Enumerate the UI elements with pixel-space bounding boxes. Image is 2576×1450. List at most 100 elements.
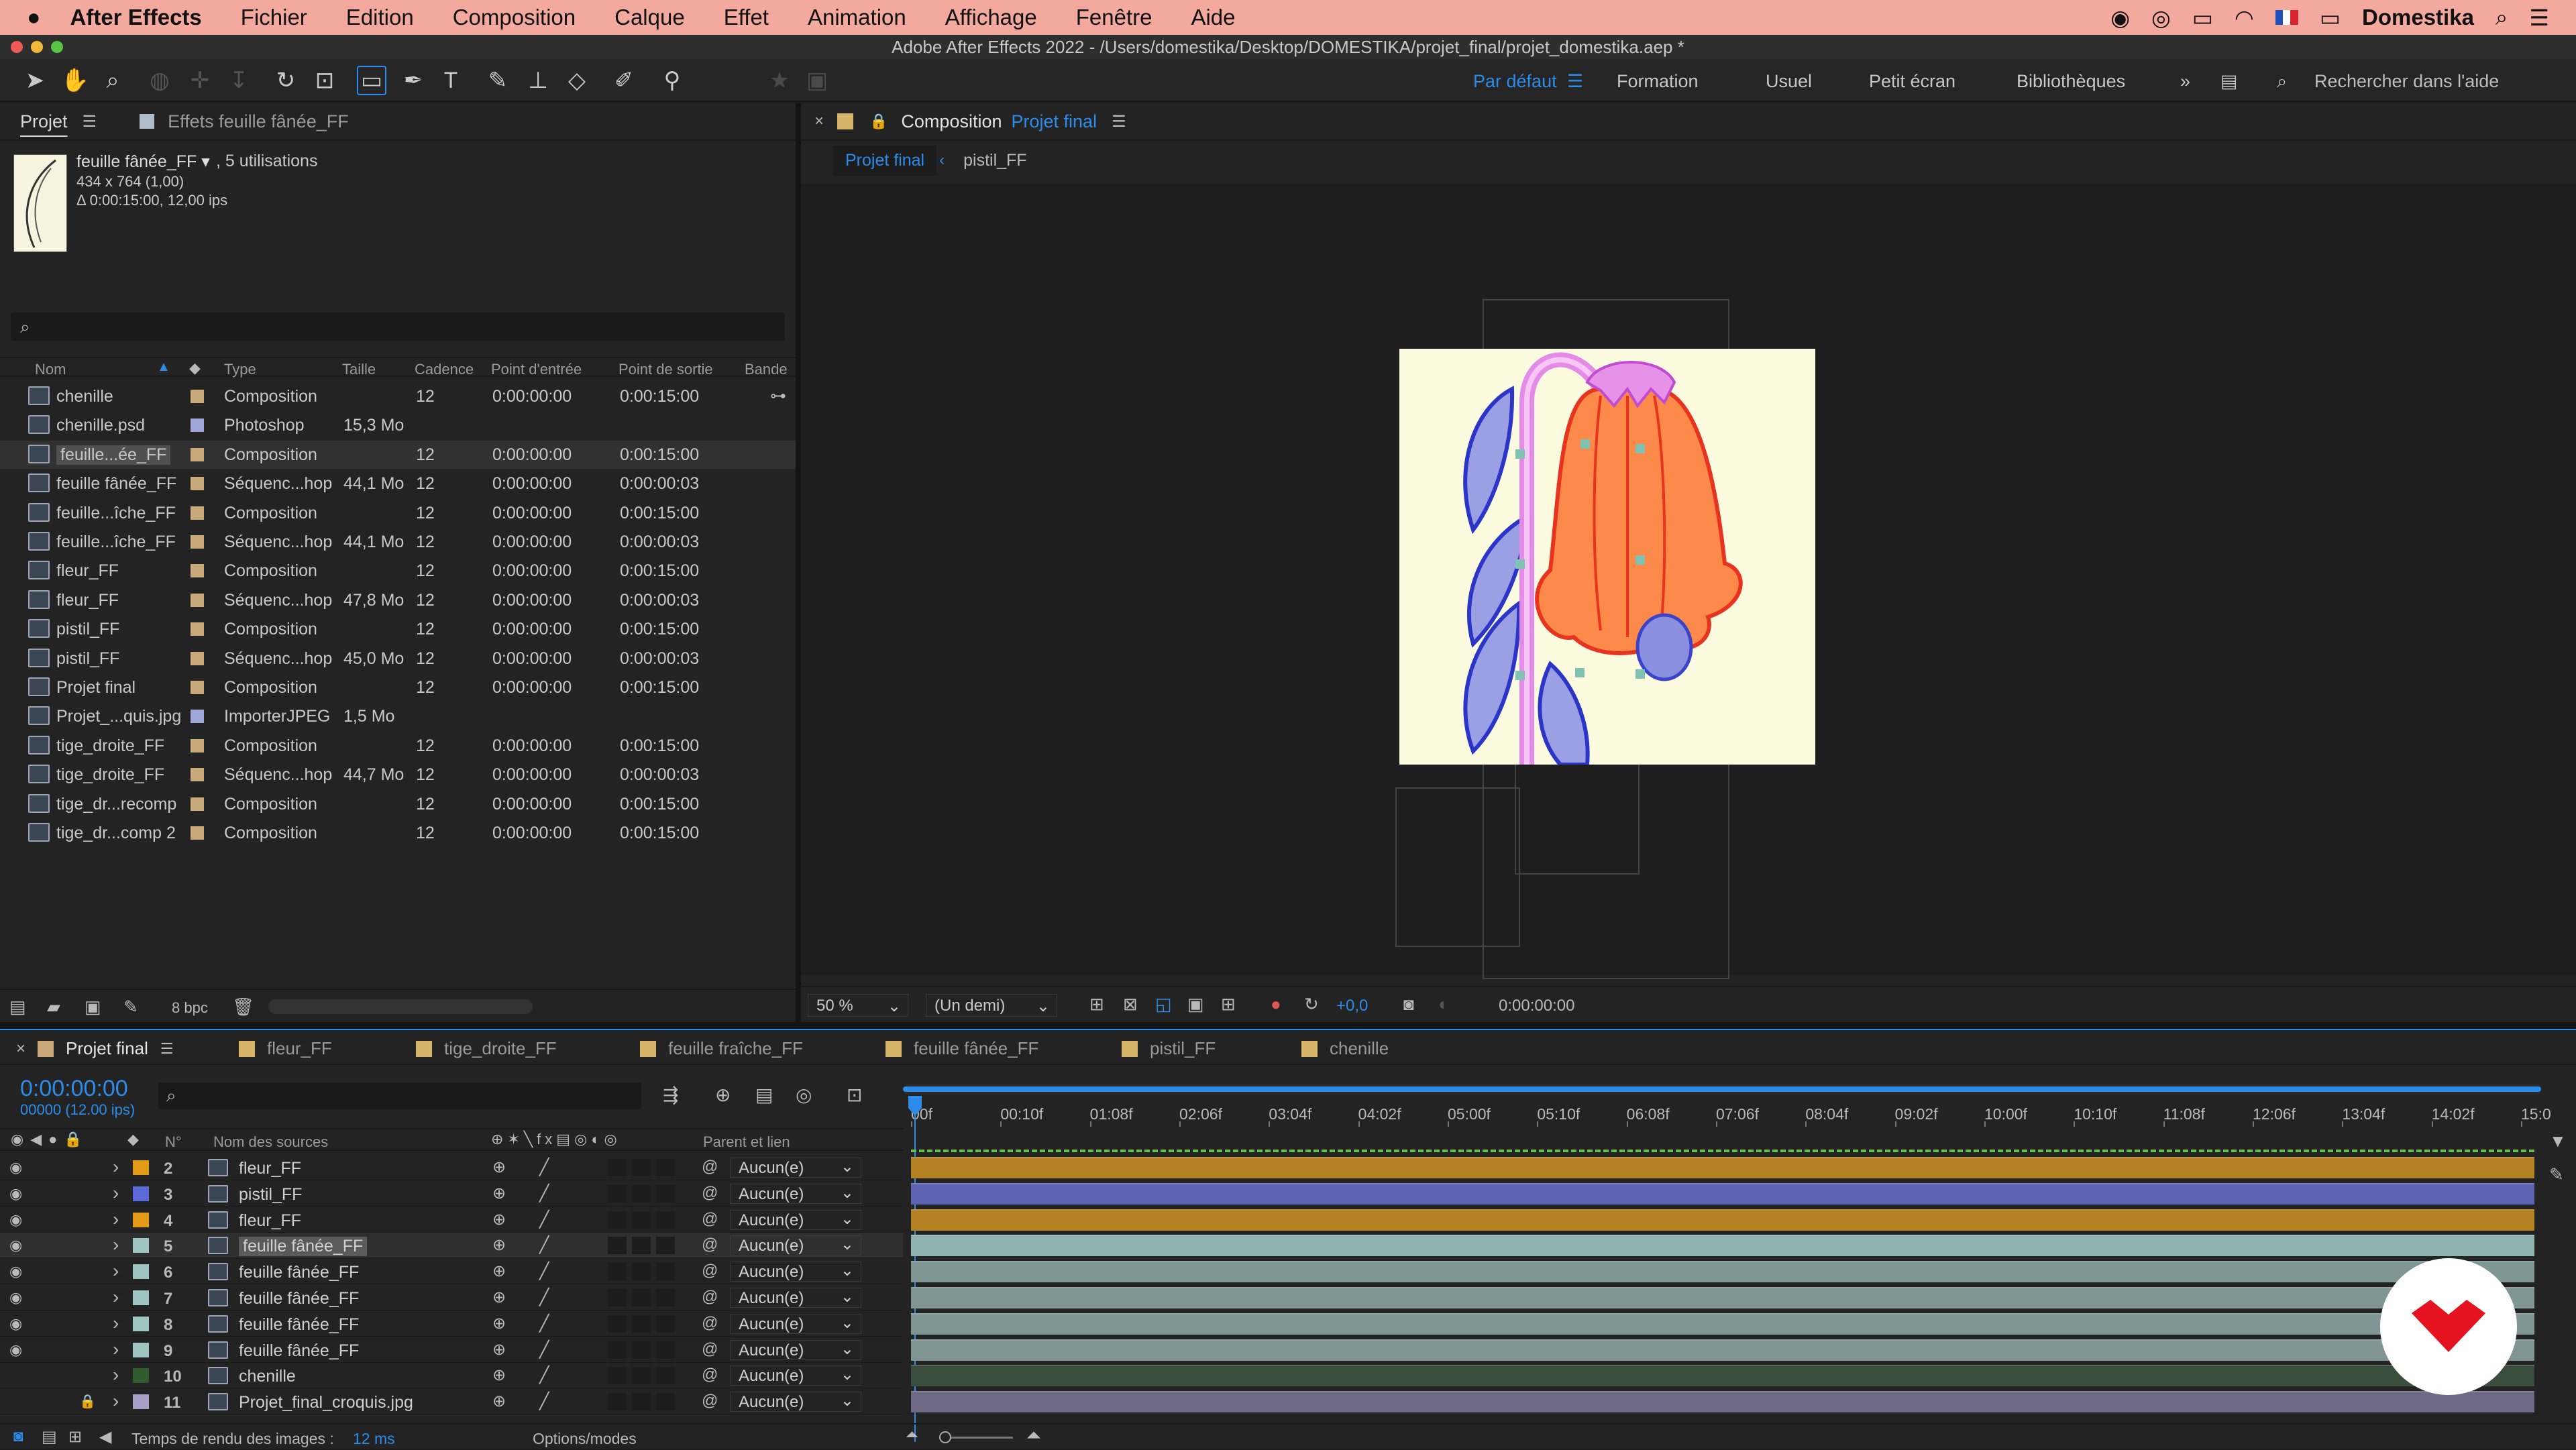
airplay-icon[interactable]: ▭ (2192, 5, 2213, 31)
tab-projet[interactable]: Projet (20, 111, 68, 132)
layer-row[interactable]: ◉ › 3 pistil_FF ⊕ ╱ @ Aucun(e) ⌄ (0, 1181, 903, 1207)
timeline-timecode[interactable]: 0:00:00:00 (20, 1076, 128, 1102)
lock-icon[interactable]: 🔒 (869, 113, 888, 130)
help-search-icon[interactable]: ⌕ (2277, 71, 2287, 93)
switch-box[interactable] (608, 1184, 627, 1203)
switch-box[interactable] (632, 1159, 651, 1176)
visibility-eye-icon[interactable]: ◉ (9, 1341, 22, 1359)
layer-search-input[interactable]: ⌕ (158, 1082, 641, 1109)
expand-twirl-icon[interactable]: › (113, 1286, 119, 1308)
zoom-dropdown[interactable]: 50 % ⌄ (808, 994, 908, 1017)
layer-row[interactable]: ◉ › 8 feuille fânée_FF ⊕ ╱ @ Aucun(e) ⌄ (0, 1311, 903, 1337)
more-workspaces-icon[interactable]: » (2180, 71, 2190, 92)
label-color-swatch[interactable] (191, 593, 204, 607)
grid-guides-icon[interactable]: ⊞ (1221, 994, 1236, 1015)
workspace-formation[interactable]: Formation (1617, 71, 1699, 92)
transparency-grid-icon[interactable]: ⊠ (1123, 994, 1138, 1015)
shy-switch-icon[interactable]: ⊕ (492, 1158, 506, 1177)
shy-switch-icon[interactable]: ⊕ (492, 1392, 506, 1411)
layer-row[interactable]: ◉ › 7 feuille fânée_FF ⊕ ╱ @ Aucun(e) ⌄ (0, 1285, 903, 1310)
new-folder-icon[interactable]: ▰ (47, 997, 60, 1017)
control-center-icon[interactable]: ☰ (2529, 5, 2549, 31)
expand-twirl-icon[interactable]: › (113, 1260, 119, 1282)
switch-box[interactable] (656, 1341, 675, 1359)
layer-duration-bar[interactable] (911, 1235, 2534, 1257)
layer-row[interactable]: ◉ › 4 fleur_FF ⊕ ╱ @ Aucun(e) ⌄ (0, 1207, 903, 1233)
expand-twirl-icon[interactable]: › (113, 1339, 119, 1360)
expand-twirl-icon[interactable]: › (113, 1390, 119, 1412)
project-scrollbar[interactable] (268, 999, 533, 1014)
shy-switch-icon[interactable]: ⊕ (492, 1340, 506, 1359)
project-item-row[interactable]: fleur_FF Séquenc...hop 47,8 Mo 12 0:00:00:00… (0, 586, 796, 614)
project-item-row[interactable]: fleur_FF Composition 12 0:00:00:00 0:00:15:0… (0, 557, 796, 585)
column-cadence[interactable]: Cadence (415, 361, 474, 378)
layer-row[interactable]: 🔒 › 11 Projet_final_croquis.jpg ⊕ ╱ @ Aucun(e) ⌄ (0, 1389, 903, 1415)
parent-dropdown[interactable]: Aucun(e) ⌄ (730, 1313, 861, 1334)
switch-box[interactable] (608, 1263, 627, 1281)
switch-box[interactable] (608, 1289, 627, 1306)
label-color-swatch[interactable] (191, 710, 204, 724)
pick-whip-icon[interactable]: @ (702, 1392, 718, 1410)
project-item-row[interactable]: feuille...ée_FF Composition 12 0:00:00:00 0:… (0, 440, 796, 469)
label-color-swatch[interactable] (191, 826, 204, 840)
brush-tool-icon[interactable]: ✎ (483, 66, 513, 95)
layer-label-color[interactable] (133, 1160, 149, 1175)
pick-whip-icon[interactable]: @ (702, 1262, 718, 1280)
anchor-point-tool-icon[interactable]: ⊡ (310, 66, 339, 95)
layer-label-color[interactable] (133, 1212, 149, 1227)
resolution-dropdown[interactable]: (Un demi) ⌄ (926, 994, 1057, 1017)
mask-path-icon[interactable]: ◱ (1155, 994, 1172, 1015)
layer-label-color[interactable] (133, 1368, 149, 1384)
project-search-input[interactable]: ⌕ (11, 313, 785, 341)
selected-item-name[interactable]: feuille fânée_FF ▾ (76, 152, 210, 172)
bit-depth-label[interactable]: 8 bpc (172, 999, 208, 1017)
shy-switch-icon[interactable]: ⊕ (492, 1184, 506, 1203)
switch-box[interactable] (632, 1237, 651, 1255)
eraser-tool-icon[interactable]: ◇ (562, 66, 592, 95)
column-nom[interactable]: Nom (35, 361, 66, 378)
parent-dropdown[interactable]: Aucun(e) ⌄ (730, 1262, 861, 1282)
region-of-interest-icon[interactable]: ▣ (1187, 994, 1204, 1015)
reset-exposure-icon[interactable]: ↻ (1304, 994, 1319, 1015)
switch-box[interactable] (656, 1184, 675, 1203)
switch-box[interactable] (632, 1341, 651, 1359)
visibility-eye-icon[interactable]: ◉ (9, 1263, 22, 1280)
graph-editor-icon[interactable]: ⊡ (847, 1084, 862, 1106)
switch-box[interactable] (656, 1159, 675, 1176)
switch-box[interactable] (632, 1367, 651, 1385)
selection-tool-icon[interactable]: ➤ (20, 66, 50, 95)
roto-brush-tool-icon[interactable]: ✐ (609, 66, 639, 95)
project-item-row[interactable]: Projet final Composition 12 0:00:00:00 0:00:… (0, 673, 796, 702)
pick-whip-icon[interactable]: @ (702, 1314, 718, 1333)
column-point-sortie[interactable]: Point de sortie (619, 361, 713, 378)
dolly-camera-icon[interactable]: ↧ (224, 66, 254, 95)
switch-box[interactable] (608, 1367, 627, 1385)
parent-dropdown[interactable]: Aucun(e) ⌄ (730, 1339, 861, 1360)
rectangle-tool-icon[interactable]: ▭ (357, 66, 386, 95)
quality-switch-icon[interactable]: ╱ (539, 1365, 549, 1385)
minimize-window-button[interactable] (31, 41, 43, 53)
project-item-row[interactable]: feuille...îche_FF Séquenc...hop 44,1 Mo 12 0… (0, 528, 796, 556)
label-color-swatch[interactable] (191, 622, 204, 636)
hand-tool-icon[interactable]: ✋ (60, 66, 90, 95)
label-color-swatch[interactable] (191, 564, 204, 578)
project-item-row[interactable]: tige_droite_FF Composition 12 0:00:00:00 0:0… (0, 732, 796, 760)
exposure-value[interactable]: +0,0 (1336, 997, 1368, 1015)
puppet-pin-tool-icon[interactable]: ⚲ (657, 66, 687, 95)
close-tab-icon[interactable]: × (16, 1040, 25, 1058)
switch-box[interactable] (656, 1367, 675, 1385)
flowchart-icon[interactable]: ⊶ (770, 386, 786, 406)
workspace-bibliotheques[interactable]: Bibliothèques (2017, 71, 2125, 92)
help-search-input[interactable]: Rechercher dans l'aide (2314, 71, 2499, 92)
label-color-swatch[interactable] (191, 681, 204, 694)
horizontal-splitter[interactable] (0, 1022, 2576, 1029)
timeline-tab-6[interactable]: chenille (1301, 1038, 1389, 1059)
layer-duration-bar[interactable] (911, 1339, 2534, 1361)
menu-affichage[interactable]: Affichage (945, 5, 1037, 30)
pan-camera-icon[interactable]: ✛ (185, 66, 215, 95)
menu-effet[interactable]: Effet (724, 5, 769, 30)
composition-viewer[interactable] (801, 184, 2576, 979)
viewer-timecode[interactable]: 0:00:00:00 (1499, 997, 1574, 1015)
layer-duration-bar[interactable] (911, 1287, 2534, 1308)
label-column-icon[interactable]: ◆ (127, 1131, 139, 1148)
